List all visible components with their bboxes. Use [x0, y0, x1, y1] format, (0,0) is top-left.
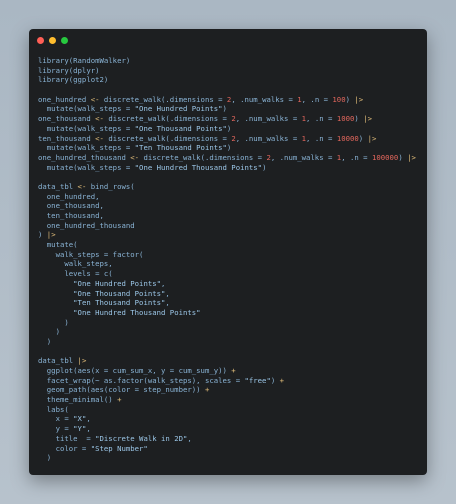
code-line: theme_minimal() + [38, 395, 122, 405]
code-line: color = "Step Number" [38, 443, 148, 453]
code-line: library(RandomWalker) [38, 56, 131, 65]
code-line: mutate( [38, 240, 78, 250]
code-line: walk_steps = factor( [38, 249, 144, 259]
code-line: one_thousand, [38, 201, 104, 211]
code-line: ) [38, 453, 52, 463]
code-line: levels = c( [38, 269, 113, 279]
code-line: one_hundred <- discrete_walk(.dimensions… [38, 94, 364, 104]
code-line: data_tbl <- bind_rows( [38, 181, 135, 191]
code-line: one_hundred_thousand [38, 220, 135, 230]
code-line: "Ten Thousand Points", [73, 298, 170, 308]
code-line: walk_steps, [38, 259, 113, 269]
code-line: title = "Discrete Walk in 2D", [38, 433, 192, 443]
code-line: one_hundred_thousand <- discrete_walk(.d… [38, 152, 416, 162]
code-line: mutate(walk_steps = "One Hundred Points"… [38, 104, 227, 114]
code-line: "One Thousand Points", [73, 288, 170, 298]
code-block: library(RandomWalker) library(dplyr) libra… [38, 56, 423, 463]
code-line: geom_path(aes(color = step_number)) + [38, 385, 210, 395]
code-line: library(dplyr) [38, 65, 100, 75]
minimize-dot-icon[interactable] [49, 37, 56, 44]
code-line: data_tbl |> [38, 356, 87, 366]
code-line: ggplot(aes(x = cum_sum_x, y = cum_sum_y)… [38, 366, 236, 375]
maximize-dot-icon[interactable] [61, 37, 68, 44]
code-line: y = "Y", [38, 424, 91, 434]
code-window: library(RandomWalker) library(dplyr) libra… [29, 29, 427, 475]
code-line: ten_thousand <- discrete_walk(.dimension… [38, 133, 377, 143]
code-line: mutate(walk_steps = "Ten Thousand Points… [38, 143, 232, 153]
code-line: ) |> [38, 230, 56, 240]
code-line: one_thousand <- discrete_walk(.dimension… [38, 114, 372, 124]
close-dot-icon[interactable] [37, 37, 44, 44]
window-controls [37, 37, 68, 44]
code-line: mutate(walk_steps = "One Hundred Thousan… [38, 162, 267, 172]
code-line: one_hundred, [38, 191, 100, 201]
code-line: "One Hundred Thousand Points" [73, 307, 201, 317]
code-line: ) [38, 336, 52, 346]
code-line: ) [38, 327, 60, 337]
code-line: "One Hundred Points", [73, 278, 166, 288]
code-line: facet_wrap(~ as.factor(walk_steps), scal… [38, 375, 285, 385]
code-line: ten_thousand, [38, 211, 104, 220]
code-line: x = "X", [38, 414, 91, 424]
code-line: library(ggplot2) [38, 75, 109, 85]
code-line: mutate(walk_steps = "One Thousand Points… [38, 123, 232, 133]
code-line: ) [38, 317, 69, 327]
code-line: labs( [38, 404, 69, 414]
